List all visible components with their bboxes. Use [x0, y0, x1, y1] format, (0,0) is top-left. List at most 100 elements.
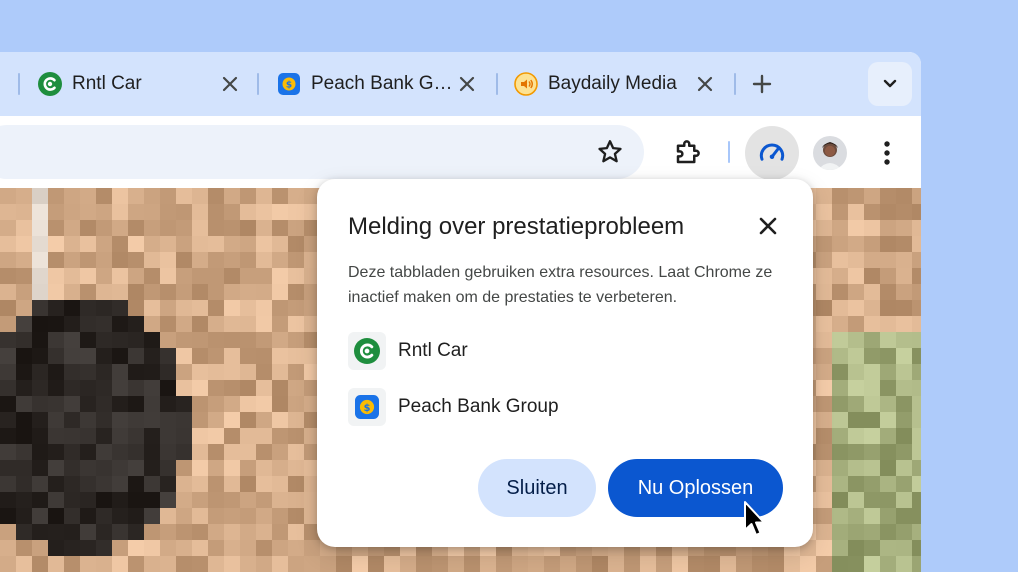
pixel-block — [80, 316, 96, 332]
close-icon[interactable] — [455, 72, 479, 96]
pixel-block — [272, 540, 288, 556]
pixel-block — [192, 268, 208, 284]
pixel-block — [192, 428, 208, 444]
extensions-puzzle-icon[interactable] — [670, 134, 706, 170]
pixel-block — [224, 396, 240, 412]
pixel-block — [224, 428, 240, 444]
new-tab-plus-icon[interactable] — [750, 72, 774, 96]
pixel-block — [32, 316, 48, 332]
pixel-block — [256, 364, 272, 380]
pixel-block — [240, 236, 256, 252]
pixel-block — [224, 380, 240, 396]
pixel-block — [32, 188, 48, 204]
pixel-block — [912, 364, 921, 380]
pixel-block — [80, 300, 96, 316]
pixel-block — [64, 348, 80, 364]
tab-search-chevron-down-icon[interactable] — [868, 62, 912, 106]
pixel-block — [288, 540, 304, 556]
pixel-block — [112, 444, 128, 460]
pixel-block — [848, 348, 864, 364]
pixel-block — [896, 364, 912, 380]
pixel-block — [864, 556, 880, 572]
pixel-block — [160, 460, 176, 476]
pixel-block — [16, 412, 32, 428]
pixel-block — [80, 348, 96, 364]
pixel-block — [256, 396, 272, 412]
pixel-block — [0, 428, 16, 444]
pixel-block — [272, 380, 288, 396]
pixel-block — [176, 348, 192, 364]
pixel-block — [288, 364, 304, 380]
pixel-block — [224, 556, 240, 572]
pixel-block — [240, 508, 256, 524]
pixel-block — [912, 396, 921, 412]
pixel-block — [784, 556, 800, 572]
pixel-block — [896, 300, 912, 316]
pixel-block — [896, 460, 912, 476]
close-icon[interactable] — [755, 213, 781, 239]
pixel-block — [192, 332, 208, 348]
pixel-block — [192, 556, 208, 572]
pixel-block — [880, 300, 896, 316]
list-item: $ Peach Bank Group — [348, 388, 559, 426]
pixel-block — [48, 444, 64, 460]
pixel-block — [224, 492, 240, 508]
pixel-block — [880, 204, 896, 220]
close-icon[interactable] — [218, 72, 242, 96]
pixel-block — [80, 268, 96, 284]
pixel-block — [48, 380, 64, 396]
pixel-block — [816, 300, 832, 316]
pixel-block — [864, 252, 880, 268]
pixel-block — [880, 268, 896, 284]
pixel-block — [848, 300, 864, 316]
pixel-block — [816, 556, 832, 572]
avatar[interactable] — [813, 136, 847, 170]
pixel-block — [816, 412, 832, 428]
pixel-block — [896, 540, 912, 556]
pixel-block — [16, 460, 32, 476]
pixel-block — [0, 508, 16, 524]
pixel-block — [816, 332, 832, 348]
pixel-block — [832, 316, 848, 332]
pixel-block — [256, 300, 272, 316]
pixel-block — [192, 236, 208, 252]
pixel-block — [16, 540, 32, 556]
pixel-block — [288, 252, 304, 268]
pixel-block — [864, 332, 880, 348]
pixel-block — [896, 252, 912, 268]
tab-baydaily-media[interactable]: Baydaily Media — [514, 64, 724, 104]
pixel-block — [160, 316, 176, 332]
pixel-block — [208, 236, 224, 252]
pixel-block — [208, 188, 224, 204]
pixel-block — [624, 556, 640, 572]
pixel-block — [448, 556, 464, 572]
pixel-block — [16, 300, 32, 316]
pixel-block — [32, 508, 48, 524]
close-icon[interactable] — [693, 72, 717, 96]
pixel-block — [0, 524, 16, 540]
pixel-block — [272, 300, 288, 316]
pixel-block — [112, 556, 128, 572]
pixel-block — [64, 268, 80, 284]
pixel-block — [192, 460, 208, 476]
pixel-block — [144, 332, 160, 348]
tab-peach-bank[interactable]: $ Peach Bank G… — [277, 64, 487, 104]
pixel-block — [288, 476, 304, 492]
pixel-block — [272, 348, 288, 364]
tab-rntl-car[interactable]: Rntl Car — [38, 64, 248, 104]
address-bar[interactable] — [0, 125, 644, 179]
pixel-block — [80, 428, 96, 444]
pixel-block — [96, 220, 112, 236]
pixel-block — [208, 556, 224, 572]
dismiss-button[interactable]: Sluiten — [478, 459, 596, 517]
pixel-block — [896, 316, 912, 332]
pixel-block — [176, 540, 192, 556]
pixel-block — [896, 396, 912, 412]
pixel-block — [240, 540, 256, 556]
pixel-block — [832, 492, 848, 508]
pixel-block — [112, 188, 128, 204]
pixel-block — [832, 508, 848, 524]
more-vertical-icon[interactable] — [872, 136, 902, 170]
performance-gauge-icon[interactable] — [745, 126, 799, 180]
star-icon[interactable] — [594, 136, 626, 168]
